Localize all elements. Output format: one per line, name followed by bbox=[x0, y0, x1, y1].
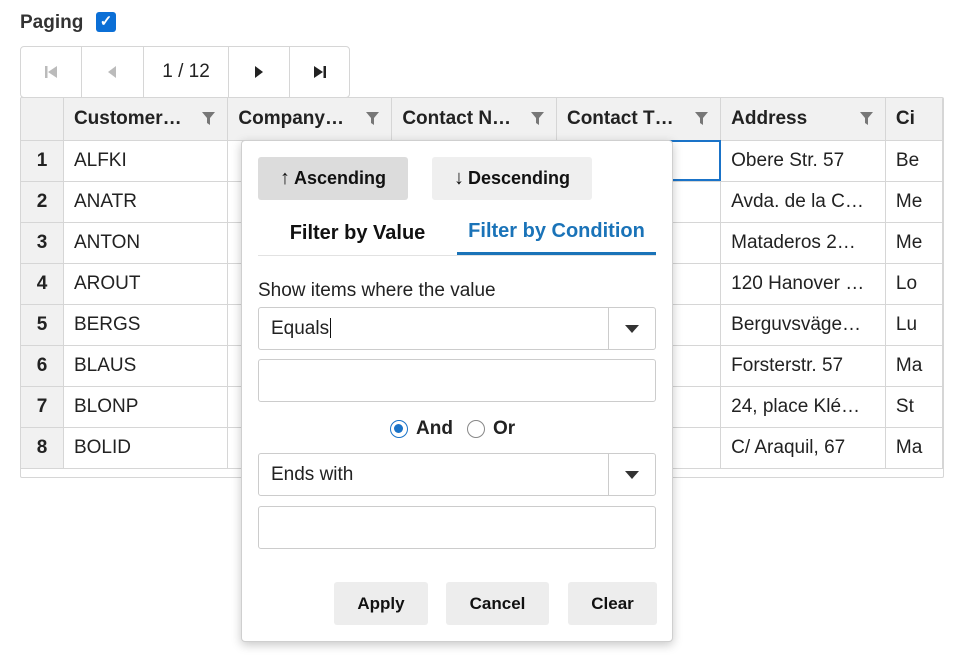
next-page-button[interactable] bbox=[229, 47, 291, 97]
cell[interactable]: ANTON bbox=[63, 222, 229, 264]
filter-icon[interactable] bbox=[695, 112, 709, 125]
arrow-down-icon: ↓ bbox=[453, 167, 464, 189]
cell[interactable]: 24, place Klé… bbox=[720, 386, 886, 428]
column-header[interactable]: Ci bbox=[885, 98, 943, 141]
cell[interactable]: Me bbox=[885, 222, 943, 264]
clear-button[interactable]: Clear bbox=[568, 582, 657, 625]
row-number: 8 bbox=[21, 427, 64, 469]
condition1-select[interactable]: Equals bbox=[258, 307, 656, 350]
sort-ascending-label: Ascending bbox=[293, 168, 386, 188]
paging-checkbox[interactable]: ✓ bbox=[96, 12, 116, 32]
page-indicator: 1 / 12 bbox=[144, 47, 230, 97]
text-cursor bbox=[330, 318, 332, 339]
cell[interactable]: ALFKI bbox=[63, 140, 229, 182]
value1-input[interactable] bbox=[258, 359, 656, 402]
next-page-icon bbox=[255, 66, 264, 78]
filter-icon[interactable] bbox=[859, 112, 873, 125]
cell[interactable]: C/ Araquil, 67 bbox=[720, 427, 886, 469]
cell[interactable]: Lo bbox=[885, 263, 943, 305]
cell[interactable]: Mataderos 2… bbox=[720, 222, 886, 264]
arrow-up-icon: ↑ bbox=[279, 167, 290, 189]
row-number: 1 bbox=[21, 140, 64, 182]
cell[interactable]: ANATR bbox=[63, 181, 229, 223]
chevron-down-icon[interactable] bbox=[608, 308, 655, 349]
and-radio[interactable] bbox=[390, 420, 408, 438]
cell[interactable]: Avda. de la C… bbox=[720, 181, 886, 223]
filter-icon[interactable] bbox=[366, 112, 380, 125]
cell[interactable]: BLONP bbox=[63, 386, 229, 428]
filter-popup: ↑ Ascending ↓ Descending Filter by Value… bbox=[241, 140, 673, 642]
row-number: 6 bbox=[21, 345, 64, 387]
sort-descending-label: Descending bbox=[467, 168, 571, 188]
cell[interactable]: BERGS bbox=[63, 304, 229, 346]
tab-filter-by-condition[interactable]: Filter by Condition bbox=[457, 211, 656, 255]
value2-input[interactable] bbox=[258, 506, 656, 549]
last-page-icon bbox=[313, 66, 326, 78]
cell[interactable]: Me bbox=[885, 181, 943, 223]
cell[interactable]: Lu bbox=[885, 304, 943, 346]
cell[interactable]: Ma bbox=[885, 345, 943, 387]
cell[interactable]: Be bbox=[885, 140, 943, 182]
condition2-select[interactable]: Ends with bbox=[258, 453, 656, 496]
cell[interactable]: Ma bbox=[885, 427, 943, 469]
column-header[interactable]: Contact N… bbox=[391, 98, 557, 141]
cell[interactable]: Forsterstr. 57 bbox=[720, 345, 886, 387]
and-label: And bbox=[416, 418, 453, 439]
or-label: Or bbox=[492, 418, 516, 439]
filter-icon[interactable] bbox=[530, 112, 544, 125]
row-number: 5 bbox=[21, 304, 64, 346]
prev-page-button[interactable] bbox=[82, 47, 144, 97]
cell[interactable]: St bbox=[885, 386, 943, 428]
sort-descending-button[interactable]: ↓ Descending bbox=[432, 157, 592, 200]
first-page-button[interactable] bbox=[21, 47, 82, 97]
corner-header bbox=[21, 98, 64, 141]
sort-ascending-button[interactable]: ↑ Ascending bbox=[258, 157, 408, 200]
filter-tabs: Filter by Value Filter by Condition bbox=[258, 211, 656, 256]
paging-label: Paging bbox=[20, 12, 84, 33]
column-header[interactable]: Address bbox=[720, 98, 886, 141]
condition1-value: Equals bbox=[271, 317, 330, 339]
column-header[interactable]: Customer… bbox=[63, 98, 229, 141]
logic-operator: And Or bbox=[390, 418, 515, 440]
cell[interactable]: Obere Str. 57 bbox=[720, 140, 886, 182]
condition2-value: Ends with bbox=[271, 463, 354, 485]
cell[interactable]: Berguvsväge… bbox=[720, 304, 886, 346]
prev-page-icon bbox=[108, 66, 117, 78]
condition-label: Show items where the value bbox=[258, 280, 496, 301]
column-header[interactable]: Company… bbox=[227, 98, 393, 141]
row-number: 4 bbox=[21, 263, 64, 305]
cancel-button[interactable]: Cancel bbox=[446, 582, 549, 625]
last-page-button[interactable] bbox=[290, 47, 349, 97]
tab-filter-by-value[interactable]: Filter by Value bbox=[258, 211, 457, 255]
row-number: 3 bbox=[21, 222, 64, 264]
or-radio[interactable] bbox=[466, 420, 485, 438]
first-page-icon bbox=[44, 66, 57, 78]
cell[interactable]: AROUT bbox=[63, 263, 229, 305]
apply-button[interactable]: Apply bbox=[334, 582, 428, 625]
cell[interactable]: BOLID bbox=[63, 427, 229, 469]
cell[interactable]: BLAUS bbox=[63, 345, 229, 387]
filter-icon[interactable] bbox=[202, 112, 216, 125]
pager: 1 / 12 bbox=[20, 46, 350, 98]
cell[interactable]: 120 Hanover … bbox=[720, 263, 886, 305]
row-number: 7 bbox=[21, 386, 64, 428]
row-number: 2 bbox=[21, 181, 64, 223]
chevron-down-icon[interactable] bbox=[608, 454, 655, 495]
column-header[interactable]: Contact T… bbox=[556, 98, 722, 141]
